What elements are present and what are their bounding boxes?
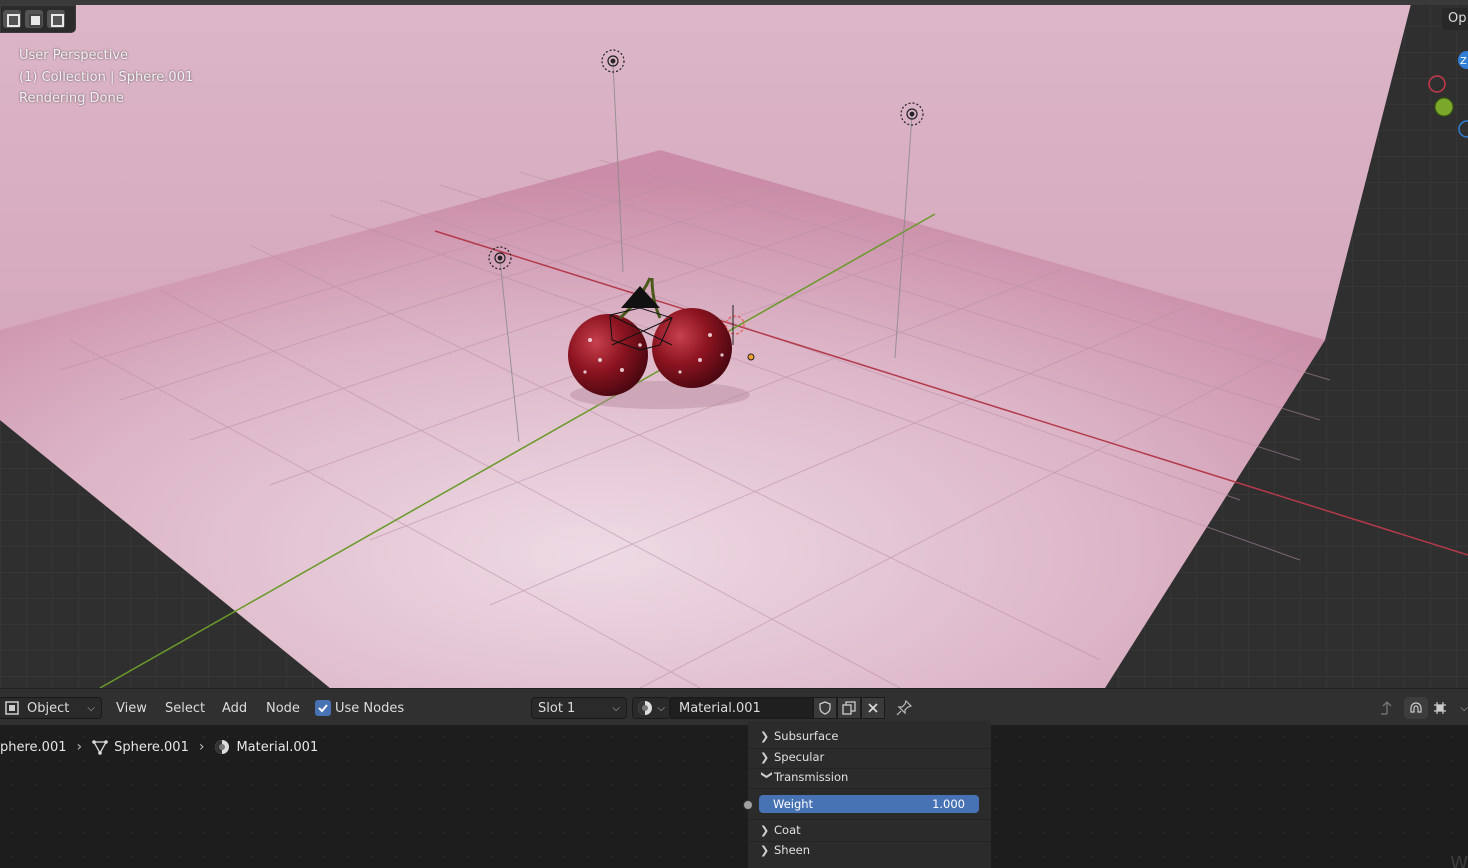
close-icon <box>867 702 879 714</box>
y-axis-gizmo-icon <box>1434 97 1454 117</box>
panel-specular-label: Specular <box>774 750 825 764</box>
node-editor-header: Object ⌵ View Select Add Node Use Nodes … <box>0 688 1468 725</box>
viewport-info-overlay: User Perspective (1) Collection | Sphere… <box>19 45 193 110</box>
chevron-down-icon: ⌵ <box>612 702 620 714</box>
use-nodes-checkbox[interactable] <box>315 700 331 716</box>
viewport-top-strip <box>0 0 1468 5</box>
panel-sheen-label: Sheen <box>774 843 811 857</box>
object-type-icon <box>5 701 19 715</box>
x-neg-gizmo-icon <box>1428 75 1446 93</box>
panel-transmission-label: Transmission <box>774 770 849 784</box>
mesh-data-icon <box>92 739 108 755</box>
browse-material-button[interactable]: ⌵ <box>632 697 670 719</box>
material-name-text: Material.001 <box>679 700 761 716</box>
slot-label: Slot 1 <box>538 700 576 716</box>
snap-target-dropdown[interactable]: ⌵ <box>1432 697 1468 719</box>
panel-specular[interactable]: ❯ Specular <box>760 748 824 766</box>
weight-input-socket[interactable] <box>743 800 753 810</box>
weight-value: 1.000 <box>932 797 965 811</box>
chevron-right-icon: › <box>198 739 205 755</box>
object-type-label: Object <box>27 700 70 716</box>
panel-transmission[interactable]: ❯ Transmission <box>760 768 849 786</box>
chevron-right-icon: ❯ <box>760 729 770 743</box>
node-editor-canvas[interactable]: phere.001 › Sphere.001 › Material.001 W <box>0 725 1468 868</box>
breadcrumb-mesh: Sphere.001 <box>114 739 189 755</box>
material-sphere-icon <box>637 700 653 716</box>
material-name-field[interactable]: Material.001 <box>670 697 813 719</box>
panel-sheen[interactable]: ❯ Sheen <box>760 841 810 859</box>
chevron-down-icon: ⌵ <box>87 702 95 714</box>
panel-coat[interactable]: ❯ Coat <box>760 821 801 839</box>
menu-select[interactable]: Select <box>159 697 211 719</box>
transmission-weight-field[interactable]: Weight 1.000 <box>759 795 979 813</box>
panel-coat-label: Coat <box>774 823 801 837</box>
new-material-button[interactable] <box>837 697 861 719</box>
menu-add[interactable]: Add <box>216 697 253 719</box>
use-nodes-toggle[interactable]: Use Nodes <box>315 697 404 719</box>
navigation-gizmo[interactable]: Z <box>1420 44 1468 144</box>
chevron-down-icon: ❯ <box>760 770 774 780</box>
use-nodes-label: Use Nodes <box>335 700 405 716</box>
render-status-text: Rendering Done <box>19 91 124 106</box>
select-subtract-icon[interactable] <box>47 10 65 28</box>
chevron-right-icon: › <box>76 739 83 755</box>
duplicate-icon <box>842 701 856 715</box>
menu-node[interactable]: Node <box>260 697 306 719</box>
slot-dropdown[interactable]: Slot 1 ⌵ <box>531 697 627 719</box>
selection-mode-buttons <box>0 5 76 33</box>
view-name-text: User Perspective <box>19 48 129 63</box>
corner-watermark: W <box>1450 853 1468 868</box>
pin-button[interactable] <box>893 697 915 719</box>
weight-label: Weight <box>773 797 814 811</box>
shield-icon <box>818 701 832 715</box>
chevron-right-icon: ❯ <box>760 843 770 857</box>
unlink-material-button[interactable] <box>861 697 885 719</box>
z-neg-gizmo-icon <box>1458 120 1468 138</box>
magnet-icon <box>1408 700 1424 716</box>
breadcrumb-material: Material.001 <box>236 739 319 755</box>
object-type-dropdown[interactable]: Object ⌵ <box>0 697 102 719</box>
material-sphere-icon <box>214 739 230 755</box>
snapping-toggle[interactable] <box>1404 697 1428 719</box>
chevron-down-icon: ⌵ <box>1460 702 1468 714</box>
chevron-down-icon: ⌵ <box>657 702 665 714</box>
options-button[interactable]: Op <box>1442 8 1468 30</box>
chevron-right-icon: ❯ <box>760 823 770 837</box>
parent-node-tree-button[interactable] <box>1376 697 1398 719</box>
chevron-right-icon: ❯ <box>760 750 770 764</box>
3d-viewport[interactable]: Op User Perspective (1) Collection | Sph… <box>0 0 1468 688</box>
menu-view[interactable]: View <box>110 697 153 719</box>
fake-user-button[interactable] <box>813 697 837 719</box>
svg-text:Z: Z <box>1460 56 1467 67</box>
select-new-icon[interactable] <box>3 10 21 28</box>
breadcrumb: phere.001 › Sphere.001 › Material.001 <box>0 739 318 755</box>
breadcrumb-object: phere.001 <box>0 739 67 755</box>
panel-subsurface-label: Subsurface <box>774 729 839 743</box>
viewport-scene <box>0 0 1468 688</box>
pin-icon <box>896 700 912 716</box>
snap-grid-icon <box>1432 700 1448 716</box>
select-extend-icon[interactable] <box>25 10 43 28</box>
collection-object-text: (1) Collection | Sphere.001 <box>19 69 194 85</box>
arrow-up-icon <box>1379 700 1395 716</box>
principled-bsdf-node[interactable]: ❯ Subsurface ❯ Specular ❯ Transmission W… <box>743 721 991 868</box>
panel-subsurface[interactable]: ❯ Subsurface <box>760 727 838 745</box>
